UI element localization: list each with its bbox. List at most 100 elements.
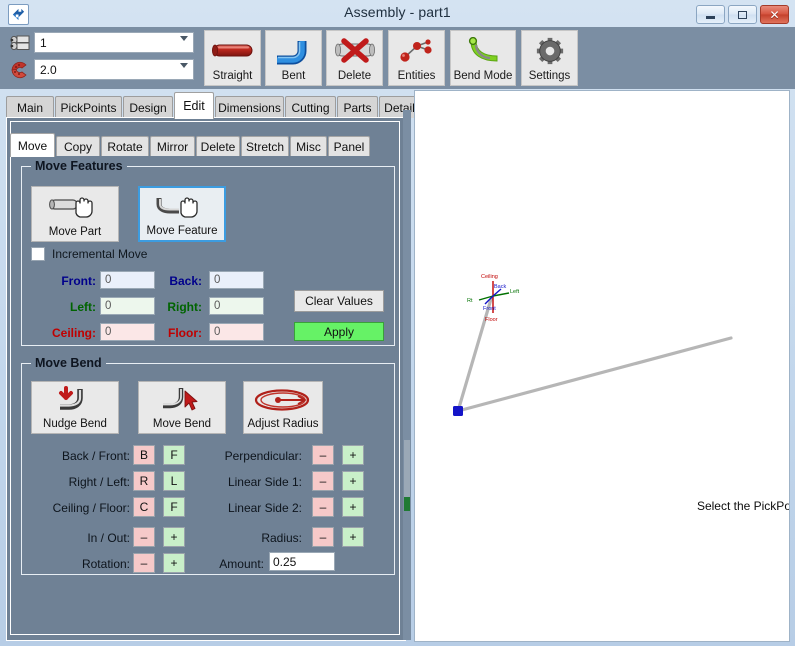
nudge-bend-button[interactable]: Nudge Bend [31,381,119,434]
move-feature-hand-icon [155,188,209,225]
tab-edit[interactable]: Edit [174,92,214,119]
subtab-delete[interactable]: Delete [196,136,240,156]
back-front-label: Back / Front: [61,449,130,463]
panel-scrollbar[interactable] [403,110,411,640]
application-window: Assembly - part1 ✕ 1 2.0 Straight Bent D… [0,0,795,646]
left-button[interactable]: L [163,471,185,491]
subtab-move[interactable]: Move [10,133,55,157]
maximize-button[interactable] [728,5,757,24]
right-button[interactable]: R [133,471,155,491]
rotation-minus-button[interactable]: – [133,553,155,573]
toolbar-button-entities[interactable]: Entities [388,30,445,86]
front-button[interactable]: F [163,445,185,465]
back-input[interactable]: 0 [209,271,264,289]
radius-label: Radius: [261,531,302,545]
in-minus-button[interactable]: – [133,527,155,547]
incremental-move-checkbox[interactable] [31,247,45,261]
adjust-radius-label: Adjust Radius [247,418,319,430]
toolbar-button-bend-mode[interactable]: Bend Mode [450,30,516,86]
clear-values-button[interactable]: Clear Values [294,290,384,312]
die-combo[interactable]: 2.0 [8,58,194,81]
linear-side-1-label: Linear Side 1: [227,475,302,489]
front-input[interactable]: 0 [100,271,155,289]
entities-nodes-icon [389,31,444,70]
front-label: Front: [61,274,96,288]
linear-side-1-minus-button[interactable]: – [312,471,334,491]
tab-pickpoints[interactable]: PickPoints [55,96,122,118]
edit-sub-tab-strip: Move Copy Rotate Mirror Delete Stretch M… [10,133,400,157]
die-combo-value[interactable]: 2.0 [34,59,194,80]
close-icon: ✕ [769,7,780,22]
floor-input[interactable]: 0 [209,323,264,341]
adjust-radius-button[interactable]: Adjust Radius [243,381,323,434]
subtab-stretch[interactable]: Stretch [241,136,289,156]
ceiling-button[interactable]: C [133,497,155,517]
move-part-hand-icon [48,187,102,226]
toolbar-button-straight[interactable]: Straight [204,30,261,86]
segment-combo-value[interactable]: 1 [34,32,194,53]
tab-design[interactable]: Design [123,96,173,118]
apply-button[interactable]: Apply [294,322,384,341]
tab-main[interactable]: Main [6,96,54,118]
out-plus-button[interactable]: + [163,527,185,547]
linear-side-2-plus-button[interactable]: + [342,497,364,517]
main-toolbar: 1 2.0 Straight Bent Delete Entities Bend… [0,27,795,89]
toolbar-button-delete[interactable]: Delete [326,30,383,86]
back-label: Back: [169,274,202,288]
move-feature-label: Move Feature [146,225,218,237]
panel-scrollbar-thumb[interactable] [404,497,410,511]
rotation-plus-button[interactable]: + [163,553,185,573]
subtab-mirror[interactable]: Mirror [150,136,195,156]
segment-combo[interactable]: 1 [8,31,194,54]
svg-text:Floor: Floor [485,317,498,323]
linear-side-2-minus-button[interactable]: – [312,497,334,517]
model-viewport[interactable]: Ceiling Floor Rt Left Back Front Select … [414,90,790,642]
move-bend-title: Move Bend [31,356,106,370]
left-input[interactable]: 0 [100,297,155,315]
in-out-label: In / Out: [87,531,130,545]
panel-scrollbar-track[interactable] [404,440,410,498]
linear-side-2-label: Linear Side 2: [227,501,302,515]
maximize-icon [738,10,747,19]
toolbar-button-bent[interactable]: Bent [265,30,322,86]
close-button[interactable]: ✕ [760,5,789,24]
window-title: Assembly - part1 [344,4,451,20]
linear-side-1-plus-button[interactable]: + [342,471,364,491]
perpendicular-plus-button[interactable]: + [342,445,364,465]
toolbar-button-settings[interactable]: Settings [521,30,578,86]
subtab-panel[interactable]: Panel [328,136,370,156]
radius-minus-button[interactable]: – [312,527,334,547]
move-bend-button[interactable]: Move Bend [138,381,226,434]
nudge-bend-label: Nudge Bend [43,418,107,430]
left-label: Left: [70,300,96,314]
model-geometry: Ceiling Floor Rt Left Back Front [453,274,733,416]
right-input[interactable]: 0 [209,297,264,315]
perpendicular-minus-button[interactable]: – [312,445,334,465]
subtab-copy[interactable]: Copy [56,136,100,156]
bend-die-icon [8,59,34,81]
floor-button[interactable]: F [163,497,185,517]
perpendicular-label: Perpendicular: [224,449,302,463]
subtab-rotate[interactable]: Rotate [101,136,149,156]
tab-parts[interactable]: Parts [337,96,378,118]
toolbar-label-bend-mode: Bend Mode [453,70,513,82]
back-button[interactable]: B [133,445,155,465]
right-label: Right: [167,300,202,314]
minimize-button[interactable] [696,5,725,24]
move-bend-label: Move Bend [152,418,212,430]
ceiling-input[interactable]: 0 [100,323,155,341]
ceiling-floor-label: Ceiling / Floor: [52,501,130,515]
subtab-misc[interactable]: Misc [290,136,327,156]
straight-tube-icon [205,31,260,70]
amount-input[interactable]: 0.25 [269,552,335,571]
svg-text:Front: Front [483,306,496,312]
title-bar: Assembly - part1 ✕ [0,0,795,27]
tab-cutting[interactable]: Cutting [285,96,336,118]
move-part-button[interactable]: Move Part [31,186,119,242]
move-feature-button[interactable]: Move Feature [138,186,226,242]
incremental-move-row[interactable]: Incremental Move [31,247,147,261]
tab-dimensions[interactable]: Dimensions [215,96,284,118]
move-features-title: Move Features [31,159,127,173]
radius-plus-button[interactable]: + [342,527,364,547]
svg-text:Back: Back [494,284,506,290]
